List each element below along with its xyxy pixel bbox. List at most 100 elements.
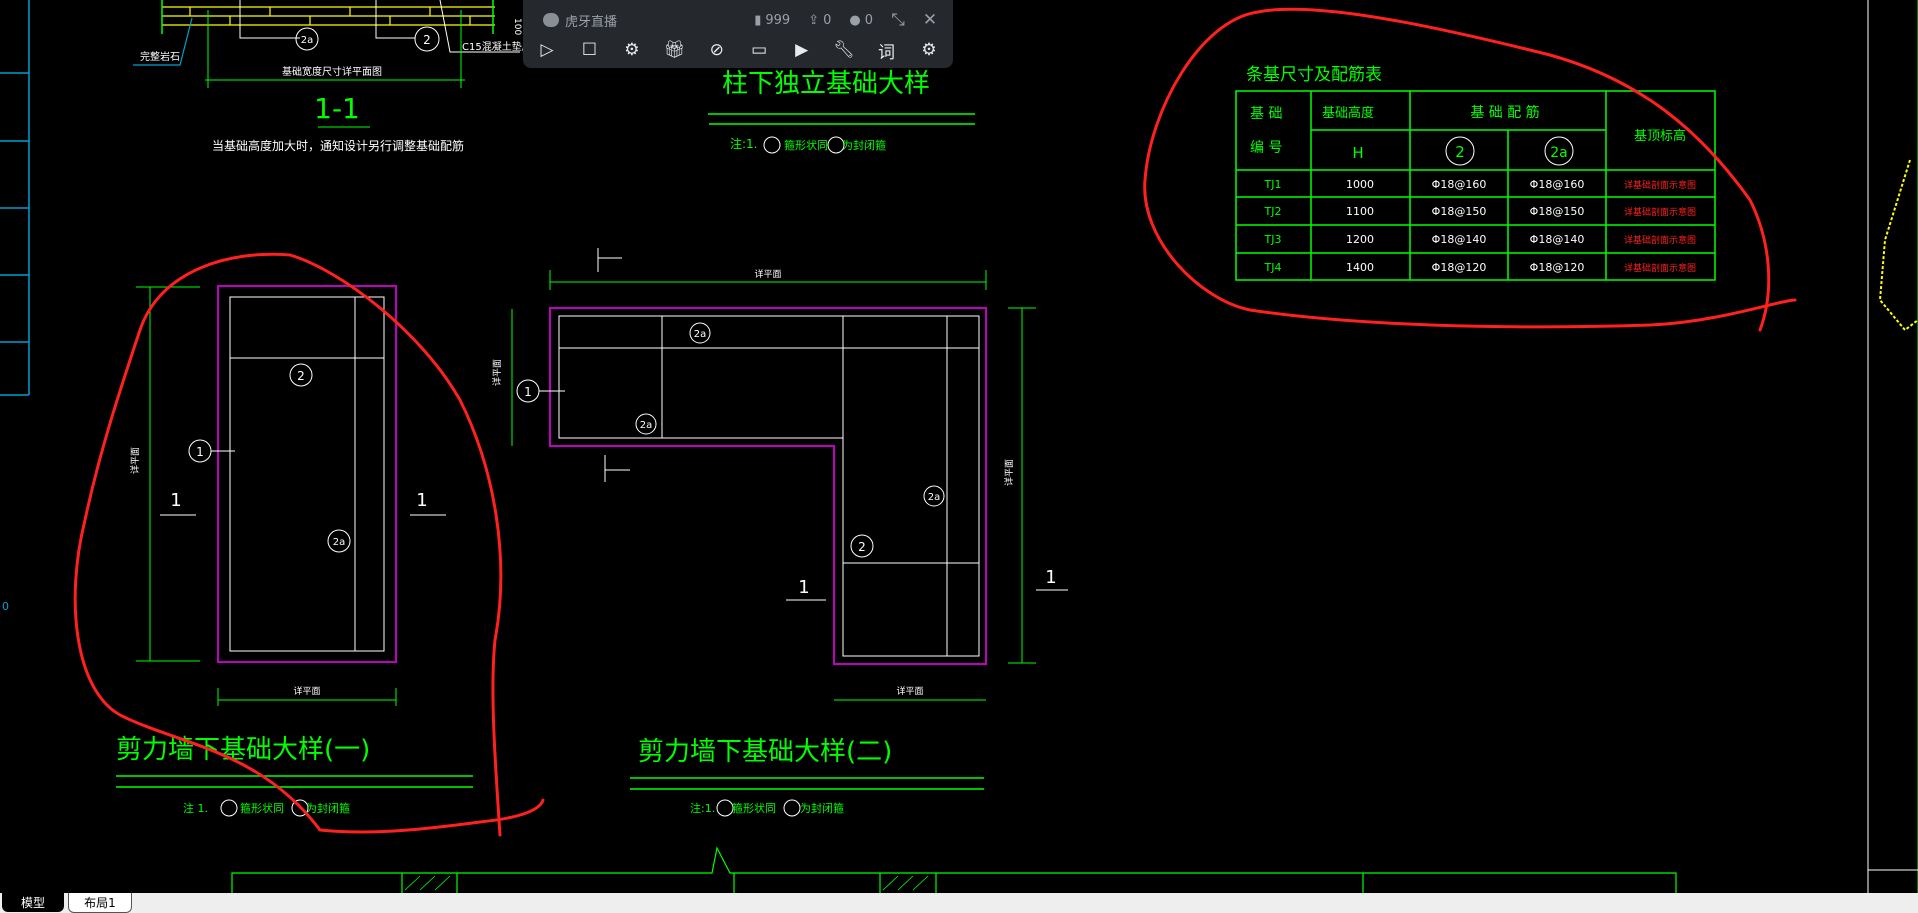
table-cell-r2: Φ18@140 xyxy=(1432,233,1487,246)
bar-chart-icon: ▮ xyxy=(754,12,762,28)
svg-text:1: 1 xyxy=(524,385,532,399)
svg-text:基 础: 基 础 xyxy=(1250,105,1282,122)
table-cell-id: TJ1 xyxy=(1264,178,1282,191)
live-stream-toolbar: 虎牙直播 ▮ 999 ⇪ 0 ● 0 ⤡ ✕ ▷ ☐ ⚙ 🎁︎ ⊘ ▭ ▶ 🔧︎ 词 … xyxy=(523,0,953,68)
share-icon: ⇪ xyxy=(808,12,820,28)
brand: 虎牙直播 xyxy=(543,11,617,30)
table-cell-elev: 详基础剖面示意图 xyxy=(1624,179,1696,191)
svg-text:基 础 配 筋: 基 础 配 筋 xyxy=(1470,104,1539,121)
table-row: TJ2 1100 Φ18@150 Φ18@150 详基础剖面示意图 xyxy=(1264,205,1696,218)
table-title: 条基尺寸及配筋表 xyxy=(1246,65,1382,85)
svg-text:箍形状同: 箍形状同 xyxy=(732,801,776,815)
table-cell-id: TJ3 xyxy=(1264,233,1282,246)
marker-2a: 2a xyxy=(301,35,314,46)
table-cell-elev: 详基础剖面示意图 xyxy=(1624,262,1696,274)
table-cell-r2: Φ18@120 xyxy=(1432,261,1487,274)
table-cell-r2a: Φ18@140 xyxy=(1530,233,1585,246)
svg-text:2a: 2a xyxy=(694,329,707,340)
wall-foundation-1: 2 2a 1 详平面 详平面 1 1 剪力墙下基础大样(一) 注 1. 箍形状同… xyxy=(116,285,473,817)
table-cell-id: TJ2 xyxy=(1264,205,1282,218)
svg-text:2: 2 xyxy=(1455,143,1465,161)
wall1-title: 剪力墙下基础大样(一) xyxy=(116,735,370,765)
huya-logo-icon xyxy=(543,13,559,27)
play-icon[interactable]: ▷ xyxy=(535,38,559,62)
svg-text:详平面: 详平面 xyxy=(129,447,141,474)
left-edge-value: 0 xyxy=(2,600,9,613)
table-row: TJ1 1000 Φ18@160 Φ18@160 详基础剖面示意图 xyxy=(1264,178,1696,191)
table-cell-elev: 详基础剖面示意图 xyxy=(1624,234,1696,246)
svg-text:2a: 2a xyxy=(928,492,941,503)
masonry-pattern xyxy=(162,6,495,26)
svg-text:2: 2 xyxy=(297,369,305,383)
svg-text:1: 1 xyxy=(416,490,427,511)
wall-foundation-2: 2a 2a 2a 2 1 详平面 详平面 详平面 详平面 1 1 剪力墙下基础大… xyxy=(491,248,1068,817)
users-stat: ● 0 xyxy=(849,12,873,28)
svg-text:箍形状同: 箍形状同 xyxy=(240,801,284,815)
caption-icon[interactable]: 词 xyxy=(875,38,899,63)
camera-settings-icon[interactable]: ⚙ xyxy=(620,38,644,62)
svg-text:编 号: 编 号 xyxy=(1250,140,1282,156)
video-add-icon[interactable]: ▶ xyxy=(790,38,814,62)
table-cell-r2a: Φ18@120 xyxy=(1530,261,1585,274)
table-cell-h: 1400 xyxy=(1346,261,1374,274)
svg-text:详平面: 详平面 xyxy=(896,685,923,697)
column-foundation-title: 柱下独立基础大样 xyxy=(722,69,930,99)
table-cell-id: TJ4 xyxy=(1264,261,1282,274)
section-1-1: 完整岩石 2a 2 C15混凝土垫层 100 基础宽度尺寸详平面图 1-1 当基… xyxy=(133,0,532,153)
table-row: TJ4 1400 Φ18@120 Φ18@120 详基础剖面示意图 xyxy=(1264,261,1696,274)
marker-2: 2 xyxy=(423,33,431,47)
svg-text:1: 1 xyxy=(1045,567,1056,588)
svg-text:H: H xyxy=(1352,144,1363,162)
shares-stat: ⇪ 0 xyxy=(808,12,832,28)
svg-text:基础高度: 基础高度 xyxy=(1322,105,1374,121)
user-icon: ● xyxy=(849,12,861,28)
wall2-title: 剪力墙下基础大样(二) xyxy=(638,737,892,767)
left-panel-grid xyxy=(0,0,30,396)
right-edge-frame xyxy=(1867,0,1918,893)
svg-text:2a: 2a xyxy=(333,537,346,548)
table-cell-elev: 详基础剖面示意图 xyxy=(1624,206,1696,218)
table-cell-r2: Φ18@150 xyxy=(1432,205,1487,218)
red-annotation-strokes xyxy=(73,7,1797,837)
note-prefix: 注:1. xyxy=(730,136,758,151)
close-icon[interactable]: ✕ xyxy=(923,8,937,32)
svg-text:基顶标高: 基顶标高 xyxy=(1634,128,1686,144)
cad-canvas[interactable]: 0 完整岩石 2a 2 C15混凝土垫层 100 基础宽度尺寸详平面图 1-1 … xyxy=(0,0,1918,893)
svg-text:详平面: 详平面 xyxy=(293,685,320,697)
svg-text:详平面: 详平面 xyxy=(491,359,503,386)
column-foundation-title-block: 柱下独立基础大样 注:1. 箍形状同 为封闭箍 xyxy=(708,69,975,154)
table-row: TJ3 1200 Φ18@140 Φ18@140 详基础剖面示意图 xyxy=(1264,233,1696,246)
video-icon[interactable]: ▭ xyxy=(747,38,771,62)
table-cell-r2a: Φ18@160 xyxy=(1530,178,1585,191)
svg-text:注 1.: 注 1. xyxy=(183,801,208,815)
svg-text:详平面: 详平面 xyxy=(754,268,781,280)
table-cell-h: 1100 xyxy=(1346,205,1374,218)
mute-icon[interactable]: ⊘ xyxy=(705,38,729,62)
tab-model[interactable]: 模型 xyxy=(2,893,64,912)
svg-text:注:1.: 注:1. xyxy=(690,801,715,815)
section-title: 1-1 xyxy=(314,92,360,125)
tab-layout1[interactable]: 布局1 xyxy=(68,893,132,913)
bottom-frame xyxy=(231,846,1677,893)
svg-text:1: 1 xyxy=(798,577,809,598)
dim-top: 100 xyxy=(512,18,522,35)
layout-tab-bar: 模型 布局1 xyxy=(0,893,1918,913)
svg-text:1: 1 xyxy=(170,490,181,511)
c15-label: C15混凝土垫层 xyxy=(462,40,532,53)
svg-text:2a: 2a xyxy=(1550,145,1568,161)
chat-icon[interactable]: ☐ xyxy=(577,38,601,62)
svg-text:箍形状同: 箍形状同 xyxy=(784,138,828,152)
svg-text:为封闭箍: 为封闭箍 xyxy=(800,801,844,815)
section-note: 当基础高度加大时，通知设计另行调整基础配筋 xyxy=(212,138,464,153)
gear-icon[interactable]: ⚙ xyxy=(917,38,941,62)
table-cell-h: 1000 xyxy=(1346,178,1374,191)
gift-icon[interactable]: 🎁︎ xyxy=(662,38,686,62)
svg-text:2: 2 xyxy=(858,540,866,554)
table-cell-r2: Φ18@160 xyxy=(1432,178,1487,191)
table-cell-h: 1200 xyxy=(1346,233,1374,246)
width-label: 基础宽度尺寸详平面图 xyxy=(282,65,382,78)
table-cell-r2a: Φ18@150 xyxy=(1530,205,1585,218)
svg-text:为封闭箍: 为封闭箍 xyxy=(842,138,886,152)
collapse-icon[interactable]: ⤡ xyxy=(891,8,905,32)
wrench-icon[interactable]: 🔧︎ xyxy=(832,38,856,62)
